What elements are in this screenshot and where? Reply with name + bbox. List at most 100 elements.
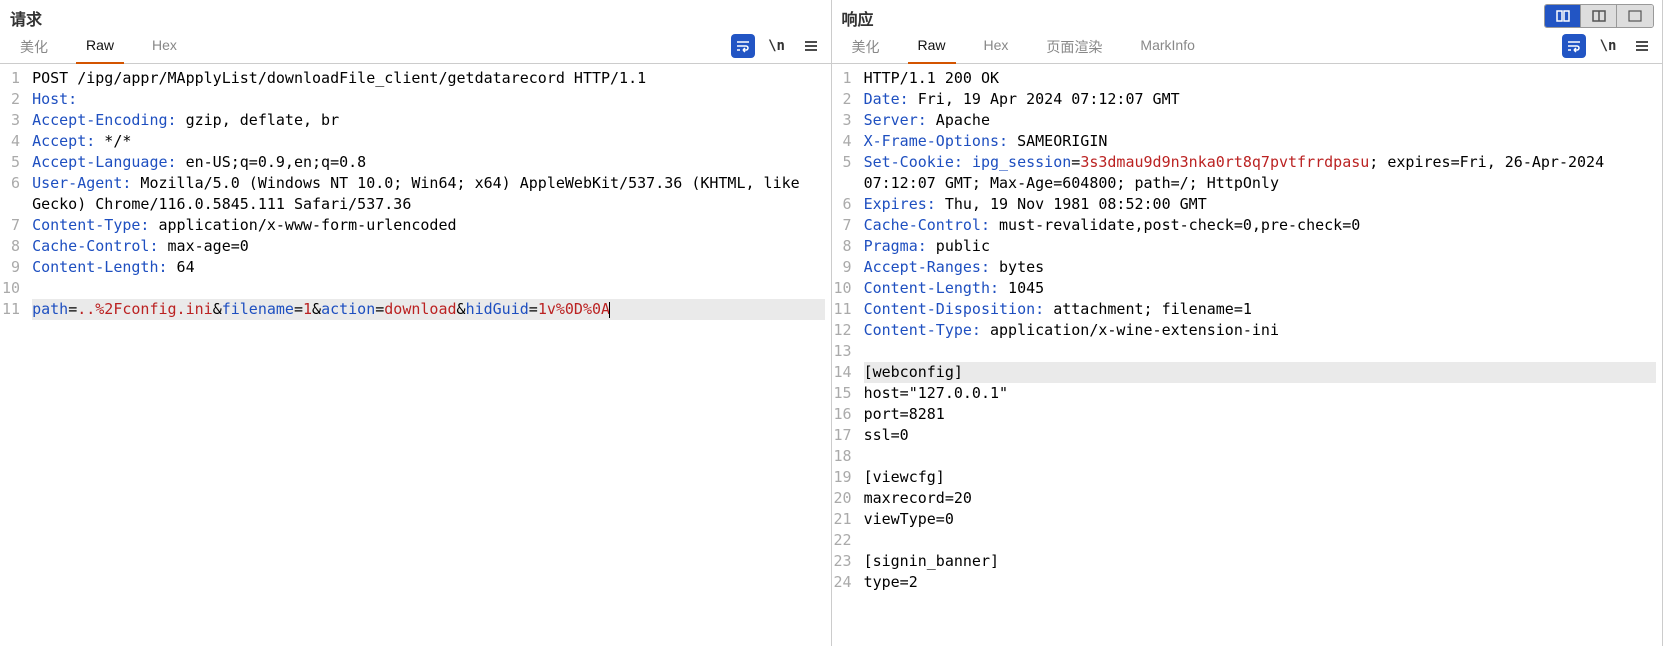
line-number: 20 (834, 488, 852, 509)
code-line[interactable] (32, 278, 824, 299)
line-number: 24 (834, 572, 852, 593)
code-line[interactable]: ssl=0 (864, 425, 1656, 446)
line-number: 5 (834, 152, 852, 173)
menu-icon[interactable] (799, 34, 823, 58)
code-line[interactable]: Accept-Encoding: gzip, deflate, br (32, 110, 824, 131)
line-number: 2 (834, 89, 852, 110)
line-number: 13 (834, 341, 852, 362)
code-line[interactable]: Date: Fri, 19 Apr 2024 07:12:07 GMT (864, 89, 1656, 110)
response-tab-1[interactable]: Raw (908, 31, 956, 64)
request-tab-2[interactable]: Hex (142, 31, 187, 64)
code-line[interactable]: Gecko) Chrome/116.0.5845.111 Safari/537.… (32, 194, 824, 215)
request-title: 请求 (10, 6, 42, 30)
line-number: 4 (2, 131, 20, 152)
code-line[interactable] (864, 446, 1656, 467)
line-number: 22 (834, 530, 852, 551)
code-line[interactable]: [webconfig] (864, 362, 1656, 383)
line-number: 15 (834, 383, 852, 404)
request-tab-bar: 美化 Raw Hex \n (0, 32, 831, 64)
code-line[interactable]: Content-Type: application/x-www-form-url… (32, 215, 824, 236)
response-gutter: 123456789101112131415161718192021222324 (832, 64, 858, 646)
request-code[interactable]: POST /ipg/appr/MApplyList/downloadFile_c… (26, 64, 830, 646)
response-title: 响应 (842, 6, 874, 30)
line-number: 3 (2, 110, 20, 131)
response-header: 响应 (832, 0, 1663, 32)
code-line[interactable] (864, 341, 1656, 362)
code-line[interactable]: Accept-Language: en-US;q=0.9,en;q=0.8 (32, 152, 824, 173)
line-number: 12 (834, 320, 852, 341)
line-number: 5 (2, 152, 20, 173)
code-line[interactable]: X-Frame-Options: SAMEORIGIN (864, 131, 1656, 152)
code-line[interactable]: Accept-Ranges: bytes (864, 257, 1656, 278)
line-number: 7 (2, 215, 20, 236)
code-line[interactable]: Content-Length: 64 (32, 257, 824, 278)
code-line[interactable]: port=8281 (864, 404, 1656, 425)
view-split-button[interactable] (1545, 5, 1581, 27)
code-line[interactable]: Content-Disposition: attachment; filenam… (864, 299, 1656, 320)
line-number: 10 (2, 278, 20, 299)
code-line[interactable]: POST /ipg/appr/MApplyList/downloadFile_c… (32, 68, 824, 89)
code-line[interactable]: User-Agent: Mozilla/5.0 (Windows NT 10.0… (32, 173, 824, 194)
line-number: 16 (834, 404, 852, 425)
code-line[interactable]: path=..%2Fconfig.ini&filename=1&action=d… (32, 299, 824, 320)
code-line[interactable] (864, 530, 1656, 551)
code-line[interactable]: Cache-Control: max-age=0 (32, 236, 824, 257)
request-gutter: 1234567891011 (0, 64, 26, 646)
code-line[interactable]: Set-Cookie: ipg_session=3s3dmau9d9n3nka0… (864, 152, 1656, 173)
request-editor[interactable]: 1234567891011 POST /ipg/appr/MApplyList/… (0, 64, 831, 646)
line-number: 1 (834, 68, 852, 89)
line-number (834, 173, 852, 194)
code-line[interactable]: HTTP/1.1 200 OK (864, 68, 1656, 89)
wrap-icon[interactable] (731, 34, 755, 58)
line-number: 23 (834, 551, 852, 572)
response-tab-3[interactable]: 页面渲染 (1036, 31, 1112, 64)
response-tab-0[interactable]: 美化 (842, 31, 890, 64)
code-line[interactable]: Cache-Control: must-revalidate,post-chec… (864, 215, 1656, 236)
code-line[interactable]: [viewcfg] (864, 467, 1656, 488)
request-tab-1[interactable]: Raw (76, 31, 124, 64)
line-number: 17 (834, 425, 852, 446)
code-line[interactable]: [signin_banner] (864, 551, 1656, 572)
code-line[interactable]: Content-Type: application/x-wine-extensi… (864, 320, 1656, 341)
code-line[interactable]: maxrecord=20 (864, 488, 1656, 509)
view-left-button[interactable] (1581, 5, 1617, 27)
response-panel: 响应 美化RawHex页面渲染MarkInfo \n 1234567891 (832, 0, 1663, 646)
code-line[interactable]: viewType=0 (864, 509, 1656, 530)
response-tab-bar: 美化 Raw Hex 页面渲染 MarkInfo \n (832, 32, 1663, 64)
view-toggle (1544, 4, 1654, 28)
line-number: 9 (2, 257, 20, 278)
line-number: 10 (834, 278, 852, 299)
line-number: 14 (834, 362, 852, 383)
response-code[interactable]: HTTP/1.1 200 OKDate: Fri, 19 Apr 2024 07… (858, 64, 1662, 646)
code-line[interactable]: Pragma: public (864, 236, 1656, 257)
wrap-icon[interactable] (1562, 34, 1586, 58)
view-right-button[interactable] (1617, 5, 1653, 27)
line-number: 11 (2, 299, 20, 320)
newline-icon[interactable]: \n (765, 34, 789, 58)
newline-icon[interactable]: \n (1596, 34, 1620, 58)
code-line[interactable]: Content-Length: 1045 (864, 278, 1656, 299)
line-number: 8 (2, 236, 20, 257)
response-editor[interactable]: 123456789101112131415161718192021222324 … (832, 64, 1663, 646)
code-line[interactable]: Expires: Thu, 19 Nov 1981 08:52:00 GMT (864, 194, 1656, 215)
code-line[interactable]: host="127.0.0.1" (864, 383, 1656, 404)
menu-icon[interactable] (1630, 34, 1654, 58)
response-tab-4[interactable]: MarkInfo (1130, 31, 1204, 64)
request-panel: 请求 美化 Raw Hex \n 1234567891011 POST /ipg/a… (0, 0, 832, 646)
code-line[interactable]: 07:12:07 GMT; Max-Age=604800; path=/; Ht… (864, 173, 1656, 194)
code-line[interactable]: Accept: */* (32, 131, 824, 152)
line-number: 2 (2, 89, 20, 110)
code-line[interactable]: type=2 (864, 572, 1656, 593)
line-number: 21 (834, 509, 852, 530)
code-line[interactable]: Host: (32, 89, 824, 110)
line-number: 19 (834, 467, 852, 488)
response-toolbar: \n (1562, 34, 1654, 58)
code-line[interactable]: Server: Apache (864, 110, 1656, 131)
request-tab-0[interactable]: 美化 (10, 31, 58, 64)
line-number: 8 (834, 236, 852, 257)
response-tab-2[interactable]: Hex (974, 31, 1019, 64)
request-toolbar: \n (731, 34, 823, 58)
line-number: 6 (834, 194, 852, 215)
line-number: 4 (834, 131, 852, 152)
line-number: 18 (834, 446, 852, 467)
